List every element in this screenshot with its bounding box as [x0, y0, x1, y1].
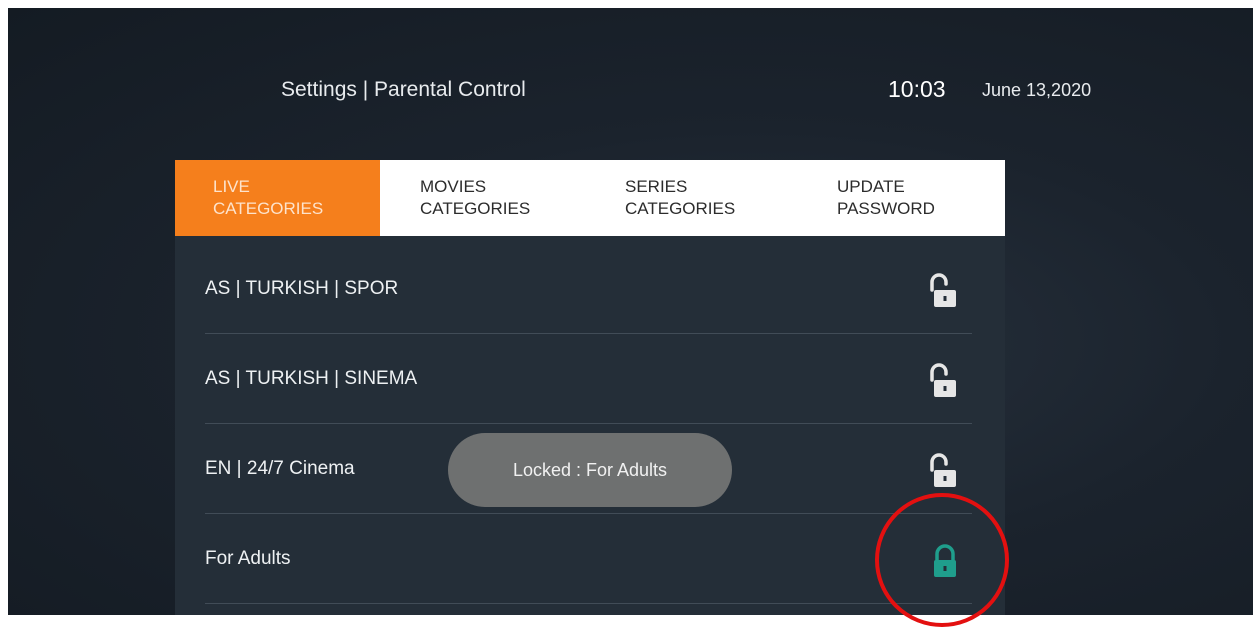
page-title: Settings | Parental Control — [281, 78, 526, 101]
tab-update-password[interactable]: UPDATE PASSWORD — [797, 160, 1005, 236]
clock-time: 10:03 — [888, 76, 946, 102]
category-row[interactable]: AS | TURKISH | SINEMA — [175, 334, 1005, 424]
category-label: For Adults — [205, 548, 291, 569]
category-label: EN | 24/7 Cinema — [205, 458, 355, 479]
tab-label-line1: SERIES — [625, 177, 688, 196]
unlocked-padlock-icon[interactable] — [920, 270, 970, 312]
category-label: AS | TURKISH | SINEMA — [205, 368, 418, 389]
category-tabs: LIVE CATEGORIES MOVIES CATEGORIES SERIES… — [175, 160, 1005, 236]
tab-label-line1: MOVIES — [420, 177, 487, 196]
tab-label-line2: CATEGORIES — [625, 199, 736, 218]
category-row[interactable]: AS | TURKISH | SPOR — [175, 244, 1005, 334]
tab-label-line2: CATEGORIES — [420, 199, 531, 218]
tab-movies-categories[interactable]: MOVIES CATEGORIES — [380, 160, 585, 236]
row-divider — [205, 603, 972, 604]
tab-label-line2: CATEGORIES — [213, 199, 324, 218]
tab-label-line2: PASSWORD — [837, 199, 935, 218]
tab-label-line1: UPDATE — [837, 177, 905, 196]
toast-message: Locked : For Adults — [448, 433, 732, 507]
parental-control-screen: Settings | Parental Control 10:03 June 1… — [8, 8, 1253, 615]
red-highlight-circle — [875, 493, 1009, 627]
tab-series-categories[interactable]: SERIES CATEGORIES — [585, 160, 797, 236]
clock-date: June 13,2020 — [982, 80, 1092, 100]
category-label: AS | TURKISH | SPOR — [205, 278, 399, 299]
tab-label-line1: LIVE — [213, 177, 250, 196]
tab-live-categories[interactable]: LIVE CATEGORIES — [175, 160, 380, 236]
unlocked-padlock-icon[interactable] — [920, 450, 970, 492]
unlocked-padlock-icon[interactable] — [920, 360, 970, 402]
